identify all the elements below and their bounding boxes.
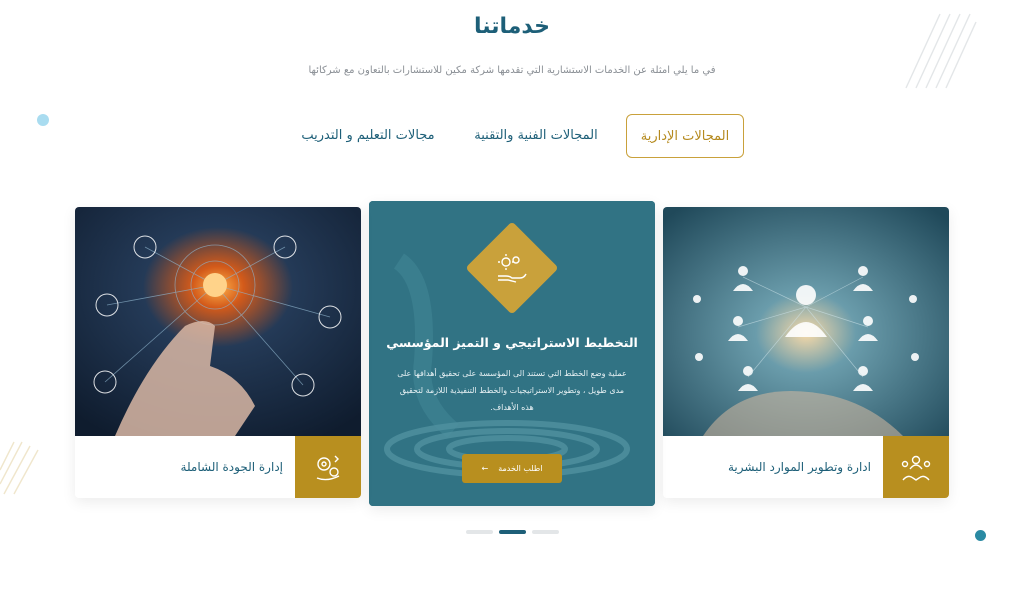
decorative-dot — [975, 530, 986, 541]
pager-dot-2-active[interactable] — [499, 530, 526, 534]
quality-network-image — [75, 207, 361, 436]
service-card-hr[interactable]: ادارة وتطوير الموارد البشرية — [663, 207, 949, 498]
service-card-strategy[interactable]: التخطيط الاستراتيجي و التميز المؤسسي عمل… — [369, 201, 655, 506]
decorative-dot — [37, 114, 49, 126]
card-description: عملية وضع الخطط التي تستند الى المؤسسة ع… — [397, 369, 627, 412]
tab-administrative[interactable]: المجالات الإدارية — [626, 114, 744, 158]
card-footer: ادارة وتطوير الموارد البشرية — [663, 436, 949, 498]
pager-dot-3[interactable] — [532, 530, 559, 534]
decorative-stripes-left — [0, 441, 39, 495]
tab-education-training[interactable]: مجالات التعليم و التدريب — [290, 114, 446, 158]
hr-network-icon — [883, 436, 949, 498]
button-label: اطلب الخدمة — [498, 464, 543, 473]
card-title: إدارة الجودة الشاملة — [180, 460, 283, 474]
category-tabs: المجالات الإدارية المجالات الفنية والتقن… — [290, 114, 750, 158]
arrow-left-icon: ← — [481, 464, 489, 473]
strategy-hand-gears-icon — [487, 243, 537, 293]
card-title: التخطيط الاستراتيجي و التميز المؤسسي — [386, 335, 638, 350]
section-title: خدماتنا — [474, 14, 550, 39]
hr-network-image — [663, 207, 949, 436]
section-subtitle: في ما يلي امثلة عن الخدمات الاستشارية ال… — [308, 65, 716, 76]
pager-dot-1[interactable] — [466, 530, 493, 534]
service-card-quality[interactable]: إدارة الجودة الشاملة — [75, 207, 361, 498]
tab-technical[interactable]: المجالات الفنية والتقنية — [468, 114, 604, 158]
card-footer: إدارة الجودة الشاملة — [75, 436, 361, 498]
carousel-pagination — [466, 530, 560, 534]
card-title: ادارة وتطوير الموارد البشرية — [728, 460, 871, 474]
request-service-button[interactable]: اطلب الخدمة ← — [462, 454, 562, 483]
quality-gears-icon — [295, 436, 361, 498]
